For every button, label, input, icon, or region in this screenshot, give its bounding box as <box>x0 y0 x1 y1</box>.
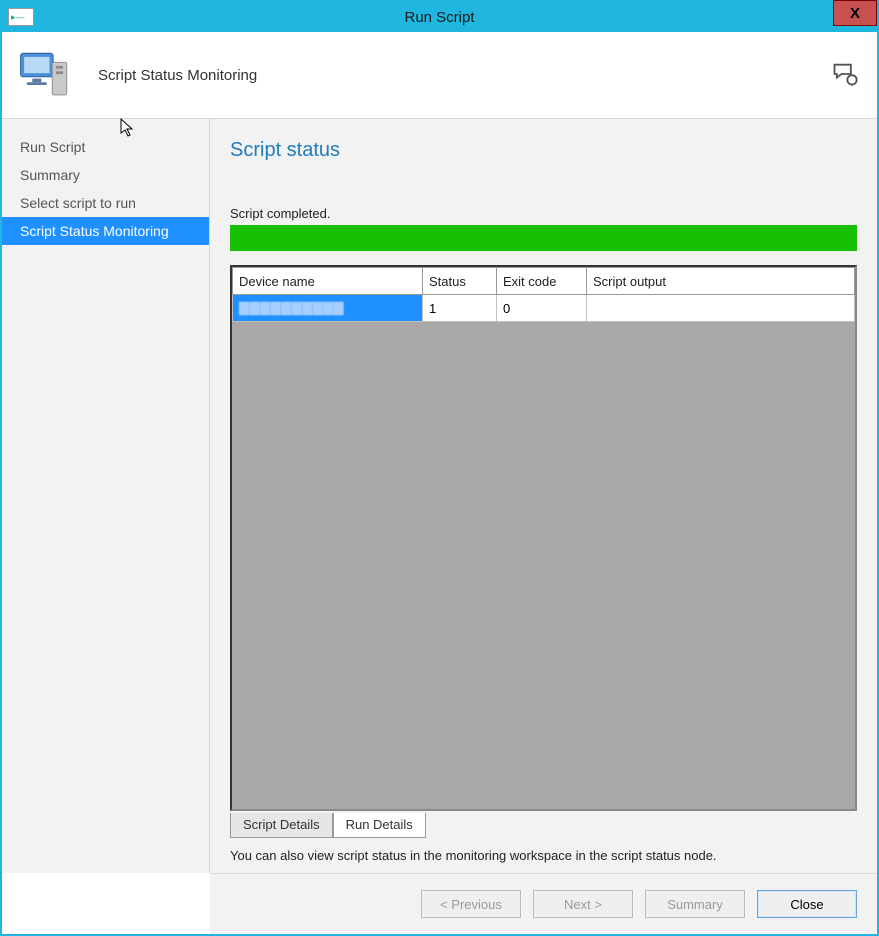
next-button: Next > <box>533 890 633 918</box>
wizard-footer: < Previous Next > Summary Close <box>210 873 877 934</box>
header-strip: Script Status Monitoring <box>2 32 877 119</box>
body-region: Run Script Summary Select script to run … <box>2 119 877 873</box>
cell-exit-code: 0 <box>497 295 587 322</box>
titlebar: ▸— Run Script X <box>2 2 877 32</box>
table-row[interactable]: ▇▇▇▇▇▇▇▇▇▇ 1 0 <box>233 295 855 322</box>
col-header-status[interactable]: Status <box>423 268 497 295</box>
page-title: Script Status Monitoring <box>98 67 257 84</box>
tab-run-details[interactable]: Run Details <box>333 813 426 838</box>
system-menu-icon[interactable]: ▸— <box>8 8 34 26</box>
sidebar-item-summary[interactable]: Summary <box>2 161 209 189</box>
detail-tabs: Script Details Run Details <box>230 813 857 838</box>
tab-script-details[interactable]: Script Details <box>230 813 333 838</box>
window-close-button[interactable]: X <box>833 0 877 26</box>
table-header-row: Device name Status Exit code Script outp… <box>233 268 855 295</box>
col-header-device-name[interactable]: Device name <box>233 268 423 295</box>
results-grid[interactable]: Device name Status Exit code Script outp… <box>230 265 857 811</box>
hint-text: You can also view script status in the m… <box>230 848 857 863</box>
summary-button: Summary <box>645 890 745 918</box>
cell-device-name: ▇▇▇▇▇▇▇▇▇▇ <box>233 295 423 322</box>
computer-icon <box>16 46 74 104</box>
progress-bar <box>230 225 857 251</box>
col-header-script-output[interactable]: Script output <box>587 268 855 295</box>
feedback-icon[interactable] <box>831 60 859 88</box>
close-button[interactable]: Close <box>757 890 857 918</box>
section-heading: Script status <box>230 139 857 162</box>
completion-status-text: Script completed. <box>230 206 857 221</box>
window-frame: ▸— Run Script X Script Status Monitoring <box>0 0 879 936</box>
sidebar-item-run-script[interactable]: Run Script <box>2 133 209 161</box>
window-title: Run Script <box>2 9 877 26</box>
sidebar-item-select-script[interactable]: Select script to run <box>2 189 209 217</box>
main-panel: Script status Script completed. Device n… <box>210 119 877 873</box>
previous-button: < Previous <box>421 890 521 918</box>
cell-status: 1 <box>423 295 497 322</box>
wizard-sidebar: Run Script Summary Select script to run … <box>2 119 210 873</box>
cell-script-output <box>587 295 855 322</box>
col-header-exit-code[interactable]: Exit code <box>497 268 587 295</box>
results-table: Device name Status Exit code Script outp… <box>232 267 855 322</box>
sidebar-item-script-status-monitoring[interactable]: Script Status Monitoring <box>2 217 209 245</box>
